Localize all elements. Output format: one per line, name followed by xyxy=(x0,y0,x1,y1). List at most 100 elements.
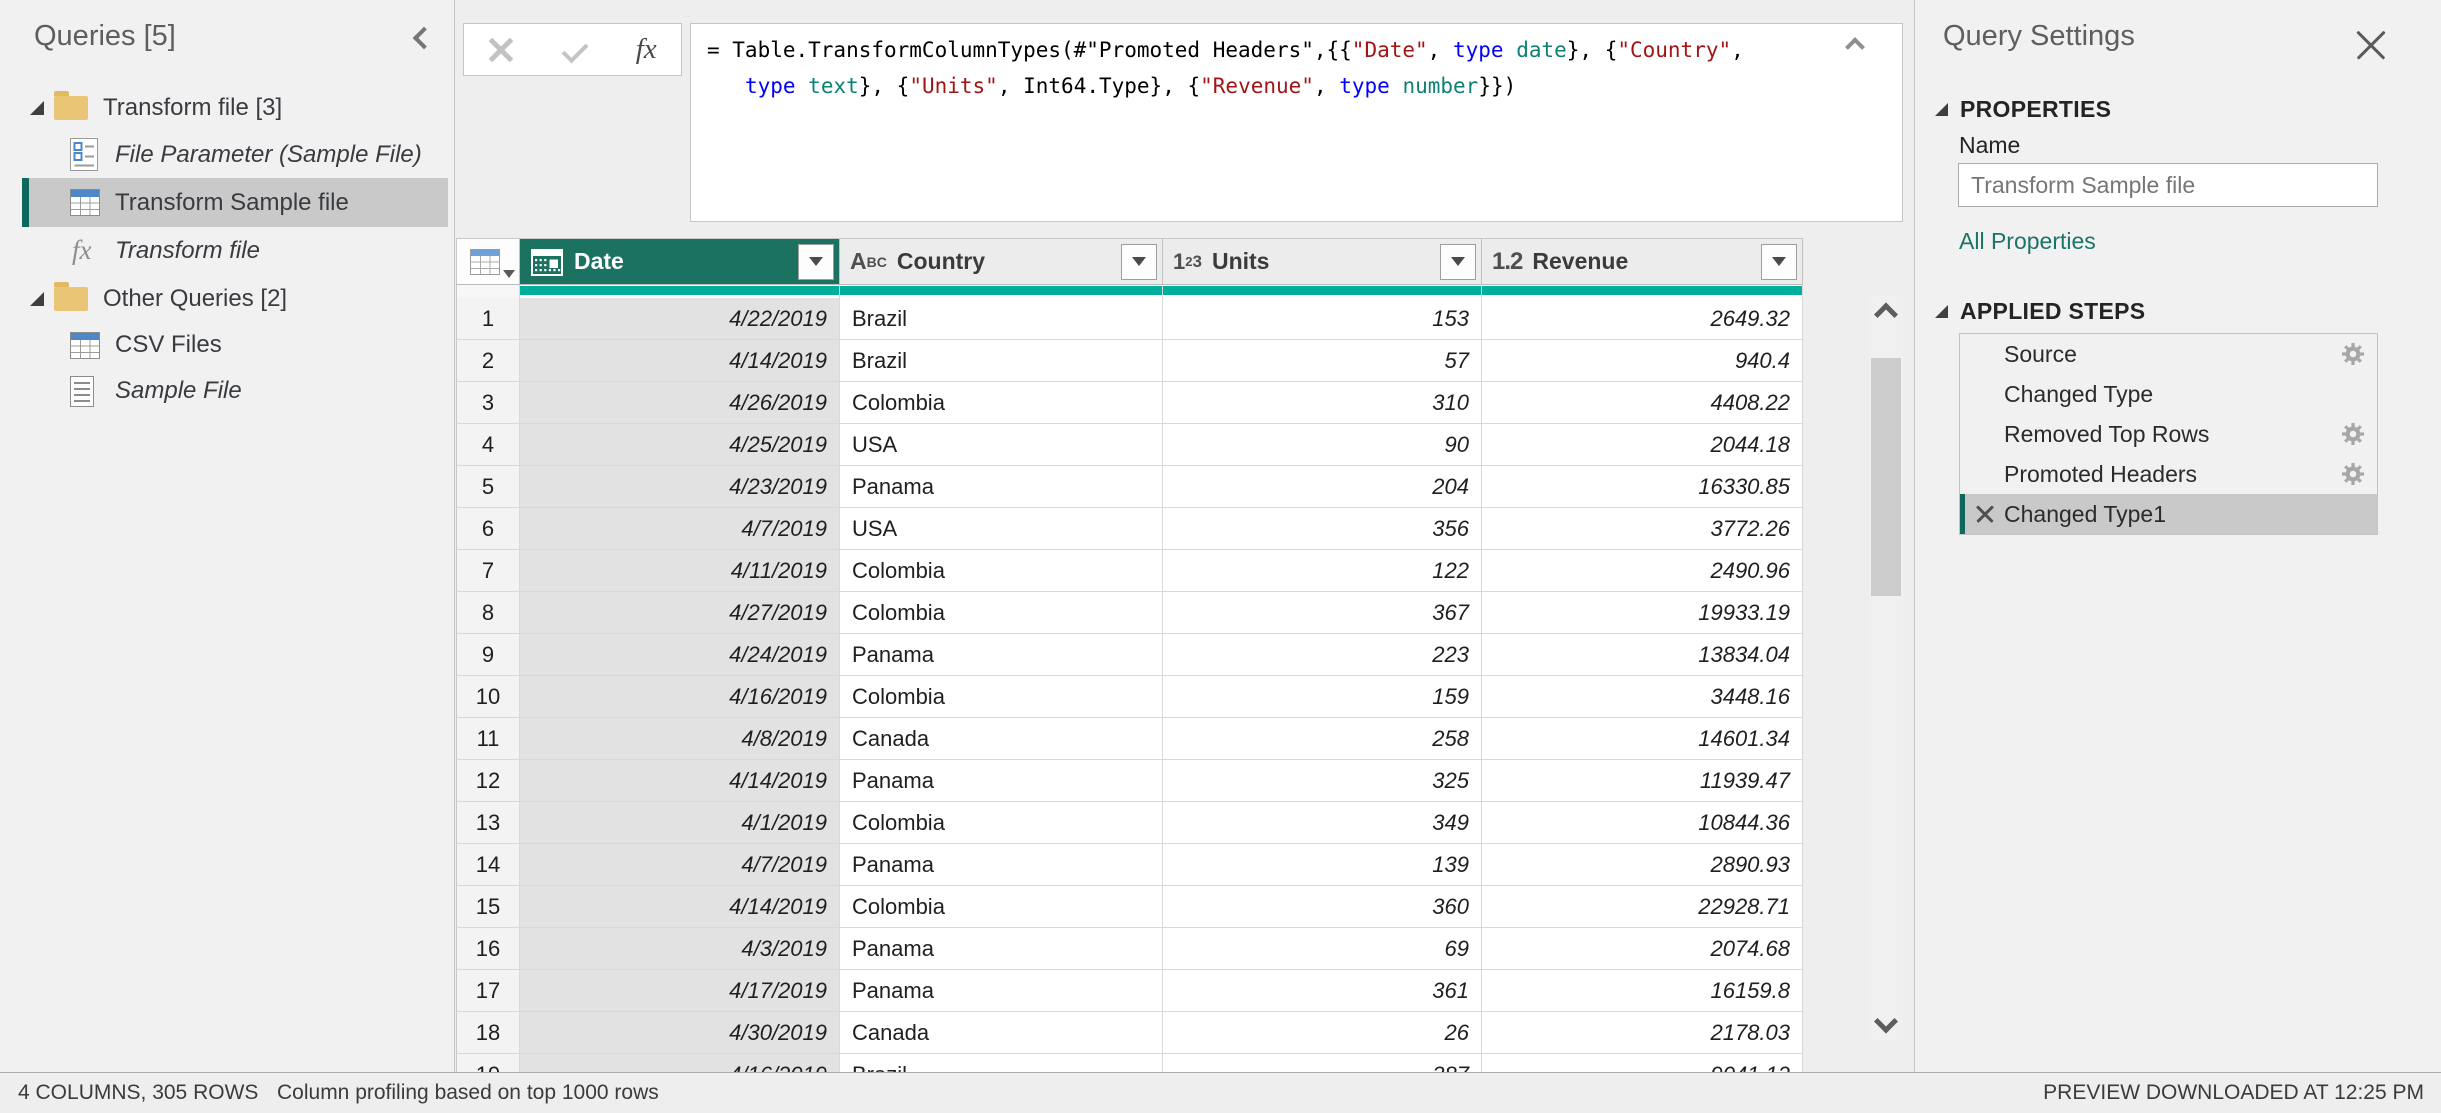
filter-button[interactable] xyxy=(1121,244,1157,280)
date-cell[interactable]: 4/23/2019 xyxy=(520,466,840,508)
revenue-cell[interactable]: 9041.12 xyxy=(1482,1054,1803,1072)
country-cell[interactable]: Panama xyxy=(840,928,1163,970)
date-cell[interactable]: 4/7/2019 xyxy=(520,844,840,886)
country-cell[interactable]: Panama xyxy=(840,844,1163,886)
row-number-cell[interactable]: 3 xyxy=(456,382,520,424)
query-item-transform-sample-file[interactable]: Transform Sample file xyxy=(0,178,455,227)
fx-icon[interactable]: fx xyxy=(636,33,657,66)
country-cell[interactable]: Colombia xyxy=(840,886,1163,928)
units-cell[interactable]: 57 xyxy=(1163,340,1482,382)
date-cell[interactable]: 4/22/2019 xyxy=(520,298,840,340)
query-item-file-parameter-sample-file[interactable]: File Parameter (Sample File) xyxy=(0,131,455,178)
date-cell[interactable]: 4/14/2019 xyxy=(520,340,840,382)
date-cell[interactable]: 4/14/2019 xyxy=(520,886,840,928)
date-cell[interactable]: 4/3/2019 xyxy=(520,928,840,970)
row-number-cell[interactable]: 2 xyxy=(456,340,520,382)
delete-step-icon[interactable] xyxy=(1976,505,1994,523)
country-cell[interactable]: Panama xyxy=(840,634,1163,676)
date-cell[interactable]: 4/25/2019 xyxy=(520,424,840,466)
date-cell[interactable]: 4/8/2019 xyxy=(520,718,840,760)
query-item-transform-file[interactable]: fxTransform file xyxy=(0,227,455,274)
applied-step-removed-top-rows[interactable]: Removed Top Rows xyxy=(1960,414,2377,454)
expand-triangle-icon[interactable] xyxy=(30,292,44,306)
query-item-other-queries-2[interactable]: Other Queries [2] xyxy=(0,276,455,322)
row-number-cell[interactable]: 15 xyxy=(456,886,520,928)
row-number-cell[interactable]: 7 xyxy=(456,550,520,592)
country-cell[interactable]: Colombia xyxy=(840,802,1163,844)
units-cell[interactable]: 310 xyxy=(1163,382,1482,424)
column-header-date[interactable]: Date xyxy=(520,238,840,285)
date-cell[interactable]: 4/14/2019 xyxy=(520,760,840,802)
row-number-cell[interactable]: 11 xyxy=(456,718,520,760)
step-settings-gear-icon[interactable] xyxy=(2341,462,2365,486)
units-cell[interactable]: 153 xyxy=(1163,298,1482,340)
filter-button[interactable] xyxy=(1440,244,1476,280)
table-corner-button[interactable] xyxy=(456,238,520,285)
query-item-transform-file-3[interactable]: Transform file [3] xyxy=(0,85,455,131)
country-cell[interactable]: Panama xyxy=(840,760,1163,802)
formula-bar[interactable]: = Table.TransformColumnTypes(#"Promoted … xyxy=(690,23,1903,222)
country-cell[interactable]: Panama xyxy=(840,466,1163,508)
date-cell[interactable]: 4/16/2019 xyxy=(520,676,840,718)
revenue-cell[interactable]: 4408.22 xyxy=(1482,382,1803,424)
row-number-cell[interactable]: 4 xyxy=(456,424,520,466)
country-cell[interactable]: Canada xyxy=(840,1012,1163,1054)
country-cell[interactable]: Colombia xyxy=(840,550,1163,592)
country-cell[interactable]: Colombia xyxy=(840,676,1163,718)
step-settings-gear-icon[interactable] xyxy=(2341,342,2365,366)
scroll-up-icon[interactable] xyxy=(1874,302,1898,326)
applied-steps-section-header[interactable]: APPLIED STEPS xyxy=(1935,298,2145,325)
units-cell[interactable]: 204 xyxy=(1163,466,1482,508)
profiling-info[interactable]: Column profiling based on top 1000 rows xyxy=(277,1081,659,1105)
units-cell[interactable]: 349 xyxy=(1163,802,1482,844)
units-cell[interactable]: 90 xyxy=(1163,424,1482,466)
country-cell[interactable]: Colombia xyxy=(840,382,1163,424)
filter-button[interactable] xyxy=(1761,244,1797,280)
units-cell[interactable]: 139 xyxy=(1163,844,1482,886)
units-cell[interactable]: 361 xyxy=(1163,970,1482,1012)
revenue-cell[interactable]: 22928.71 xyxy=(1482,886,1803,928)
revenue-cell[interactable]: 3772.26 xyxy=(1482,508,1803,550)
revenue-cell[interactable]: 3448.16 xyxy=(1482,676,1803,718)
country-cell[interactable]: Panama xyxy=(840,970,1163,1012)
units-cell[interactable]: 122 xyxy=(1163,550,1482,592)
collapse-formula-bar-button[interactable] xyxy=(1848,40,1862,59)
applied-step-changed-type1[interactable]: Changed Type1 xyxy=(1960,494,2377,534)
row-number-cell[interactable]: 14 xyxy=(456,844,520,886)
units-cell[interactable]: 69 xyxy=(1163,928,1482,970)
query-item-csv-files[interactable]: CSV Files xyxy=(0,322,455,368)
units-cell[interactable]: 223 xyxy=(1163,634,1482,676)
collapse-queries-pane-button[interactable] xyxy=(416,30,432,51)
revenue-cell[interactable]: 2074.68 xyxy=(1482,928,1803,970)
query-name-input[interactable] xyxy=(1958,163,2378,207)
scrollbar-thumb[interactable] xyxy=(1871,358,1901,596)
row-number-cell[interactable]: 1 xyxy=(456,298,520,340)
country-cell[interactable]: Canada xyxy=(840,718,1163,760)
row-number-cell[interactable]: 16 xyxy=(456,928,520,970)
row-number-cell[interactable]: 19 xyxy=(456,1054,520,1072)
country-cell[interactable]: USA xyxy=(840,424,1163,466)
properties-section-header[interactable]: PROPERTIES xyxy=(1935,96,2111,123)
row-number-cell[interactable]: 5 xyxy=(456,466,520,508)
country-cell[interactable]: Brazil xyxy=(840,298,1163,340)
query-item-sample-file[interactable]: Sample File xyxy=(0,368,455,414)
revenue-cell[interactable]: 16159.8 xyxy=(1482,970,1803,1012)
units-cell[interactable]: 26 xyxy=(1163,1012,1482,1054)
row-number-cell[interactable]: 18 xyxy=(456,1012,520,1054)
revenue-cell[interactable]: 2178.03 xyxy=(1482,1012,1803,1054)
units-cell[interactable]: 159 xyxy=(1163,676,1482,718)
units-cell[interactable]: 356 xyxy=(1163,508,1482,550)
country-cell[interactable]: Brazil xyxy=(840,1054,1163,1072)
revenue-cell[interactable]: 13834.04 xyxy=(1482,634,1803,676)
revenue-cell[interactable]: 10844.36 xyxy=(1482,802,1803,844)
units-cell[interactable]: 325 xyxy=(1163,760,1482,802)
date-cell[interactable]: 4/11/2019 xyxy=(520,550,840,592)
step-settings-gear-icon[interactable] xyxy=(2341,422,2365,446)
revenue-cell[interactable]: 2490.96 xyxy=(1482,550,1803,592)
column-header-revenue[interactable]: 1.2Revenue xyxy=(1482,238,1803,285)
units-cell[interactable]: 360 xyxy=(1163,886,1482,928)
row-number-cell[interactable]: 13 xyxy=(456,802,520,844)
units-cell[interactable]: 367 xyxy=(1163,592,1482,634)
units-cell[interactable]: 258 xyxy=(1163,718,1482,760)
date-cell[interactable]: 4/30/2019 xyxy=(520,1012,840,1054)
